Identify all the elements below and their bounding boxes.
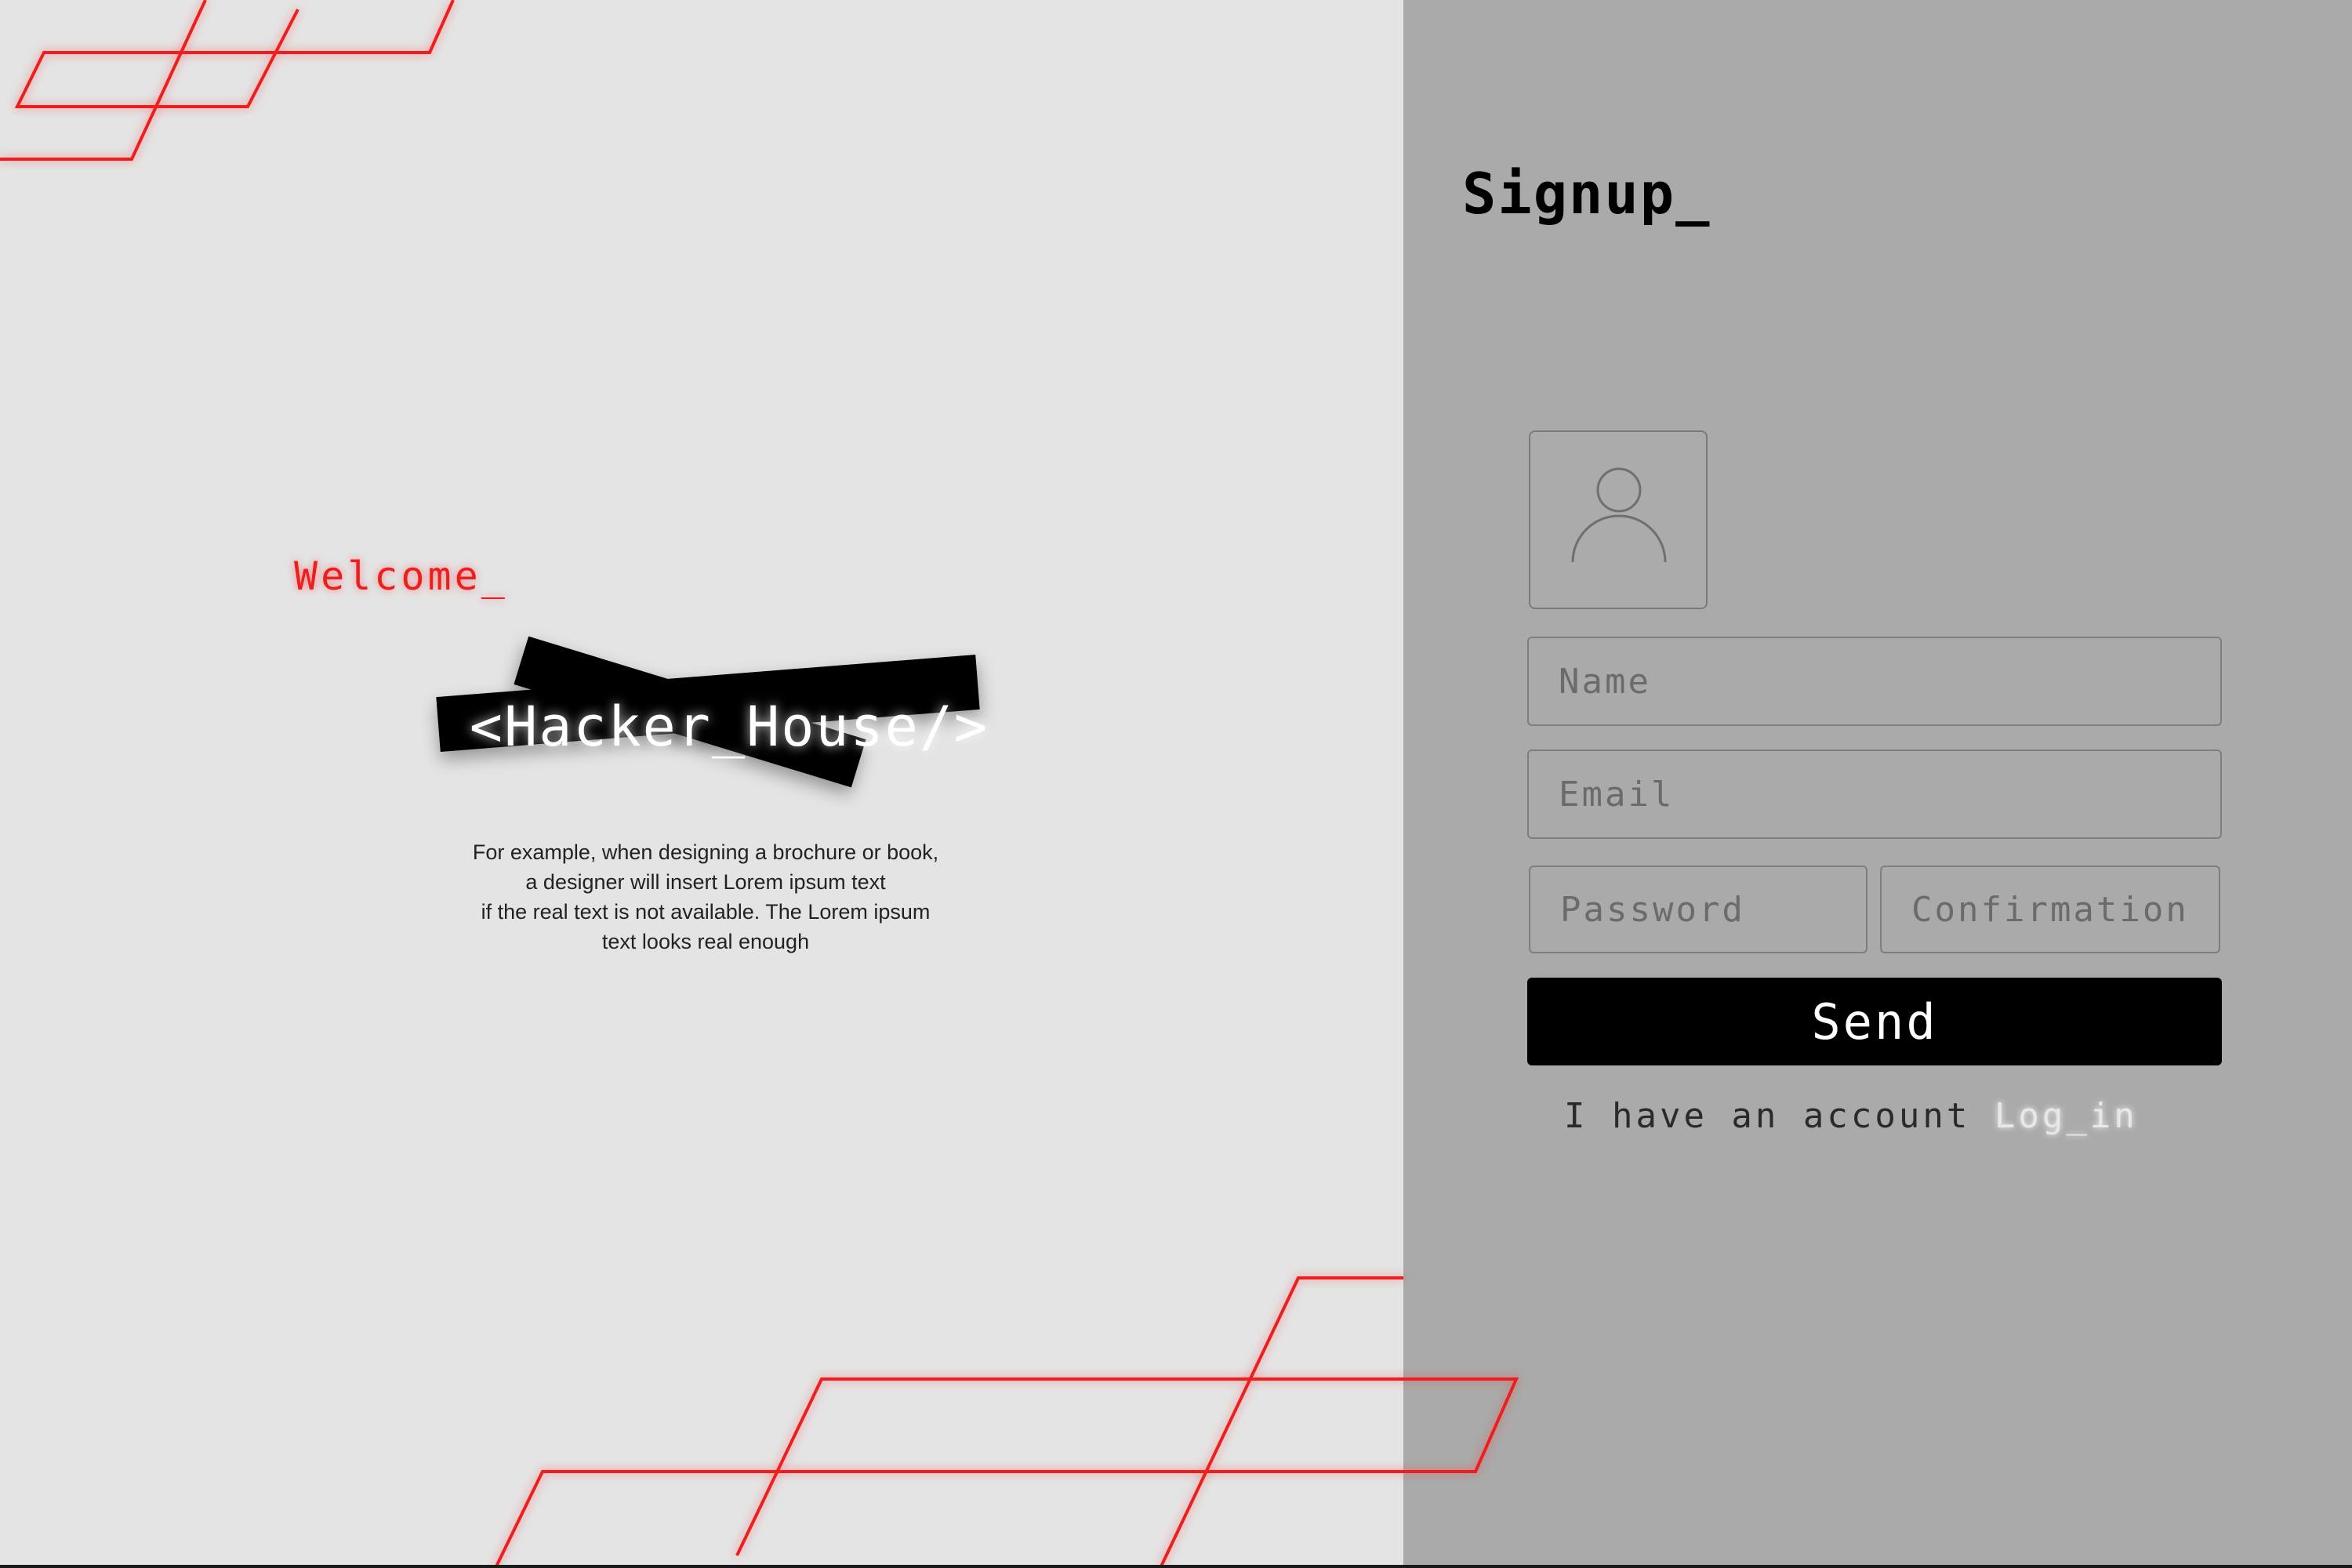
login-link[interactable]: Log_in: [1994, 1096, 2138, 1136]
welcome-heading: Welcome_: [294, 554, 508, 599]
avatar-upload[interactable]: [1529, 430, 1708, 609]
description-line: For example, when designing a brochure o…: [472, 840, 939, 864]
description-line: text looks real enough: [601, 930, 810, 953]
description-line: a designer will insert Lorem ipsum text: [525, 870, 886, 894]
account-text: I have an account: [1564, 1096, 1971, 1136]
email-input[interactable]: [1527, 750, 2222, 839]
bottom-divider: [0, 1565, 2352, 1568]
send-button[interactable]: Send: [1527, 978, 2222, 1065]
signup-title: Signup_: [1462, 161, 1711, 227]
name-input[interactable]: [1527, 637, 2222, 726]
description-line: if the real text is not available. The L…: [481, 900, 931, 924]
user-avatar-icon: [1571, 467, 1667, 563]
password-input[interactable]: [1529, 866, 1867, 953]
account-prompt: I have an account Log_in: [1564, 1096, 2138, 1136]
confirmation-input[interactable]: [1880, 866, 2220, 953]
logo-text: <Hacker_House/>: [469, 695, 989, 759]
description-text: For example, when designing a brochure o…: [408, 837, 1004, 956]
logo: <Hacker_House/>: [423, 636, 1019, 815]
